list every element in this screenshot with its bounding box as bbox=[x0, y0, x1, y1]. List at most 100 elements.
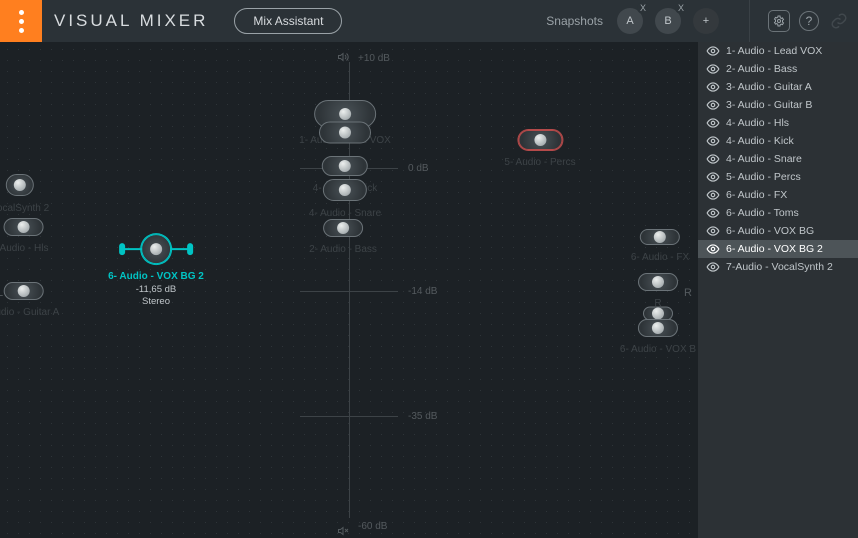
track-list-item[interactable]: 3- Audio - Guitar A bbox=[698, 78, 858, 96]
visibility-toggle-icon[interactable] bbox=[706, 242, 720, 256]
link-button[interactable] bbox=[828, 10, 850, 32]
visibility-toggle-icon[interactable] bbox=[706, 44, 720, 58]
header-bar: VISUAL MIXER Mix Assistant Snapshots A X… bbox=[0, 0, 858, 42]
track-list-item[interactable]: 5- Audio - Percs bbox=[698, 168, 858, 186]
mixer-node-percs[interactable]: 5- Audio - Percs bbox=[504, 130, 575, 168]
right-label: R bbox=[684, 287, 692, 299]
visibility-toggle-icon[interactable] bbox=[706, 152, 720, 166]
track-list-item[interactable]: 3- Audio - Guitar B bbox=[698, 96, 858, 114]
mixer-node-hls2[interactable]: Audio - Hls bbox=[0, 218, 48, 254]
stereo-width-handle[interactable] bbox=[122, 248, 190, 250]
visibility-toggle-icon[interactable] bbox=[706, 62, 720, 76]
track-name-label: 4- Audio - Kick bbox=[726, 135, 794, 147]
mix-assistant-button[interactable]: Mix Assistant bbox=[234, 8, 342, 34]
track-name-label: 2- Audio - Bass bbox=[726, 63, 797, 75]
track-name-label: 5- Audio - Percs bbox=[726, 171, 801, 183]
link-icon bbox=[830, 12, 848, 30]
track-name-label: 4- Audio - Snare bbox=[726, 153, 802, 165]
mixer-node-label: 6- Audio - FX bbox=[631, 252, 689, 263]
snapshot-b-close-icon[interactable]: X bbox=[675, 2, 687, 14]
track-name-label: 6- Audio - VOX BG bbox=[726, 225, 814, 237]
app-title: VISUAL MIXER bbox=[54, 11, 208, 31]
visibility-toggle-icon[interactable] bbox=[706, 260, 720, 274]
mixer-node-puck[interactable] bbox=[319, 122, 371, 144]
help-icon: ? bbox=[799, 11, 819, 31]
track-name-label: 1- Audio - Lead VOX bbox=[726, 45, 822, 57]
track-name-label: 6- Audio - VOX BG 2 bbox=[726, 243, 823, 255]
track-list-item[interactable]: 6- Audio - VOX BG bbox=[698, 222, 858, 240]
mixer-node-info: -11,65 dBStereo bbox=[108, 284, 204, 308]
mixer-node-snare[interactable]: 4- Audio - Snare bbox=[309, 179, 381, 219]
mixer-node-puck[interactable] bbox=[518, 130, 562, 150]
track-list-item[interactable]: 6- Audio - VOX BG 2 bbox=[698, 240, 858, 258]
gain-tick-label: 0 dB bbox=[408, 163, 429, 174]
mixer-node-guitar-a[interactable]: Audio - Guitar A bbox=[0, 282, 59, 318]
mixer-node-vox-bg-2[interactable]: 6- Audio - VOX BG 2 -11,65 dBStereo bbox=[108, 234, 204, 308]
mixer-node-label: Audio - Guitar A bbox=[0, 307, 59, 318]
visibility-toggle-icon[interactable] bbox=[706, 98, 720, 112]
track-list-item[interactable]: 4- Audio - Hls bbox=[698, 114, 858, 132]
track-name-label: 7-Audio - VocalSynth 2 bbox=[726, 261, 833, 273]
mixer-node-label: 6- Audio - VOX B bbox=[620, 344, 696, 355]
visibility-toggle-icon[interactable] bbox=[706, 116, 720, 130]
mixer-node-label: 2- Audio - Bass bbox=[309, 244, 377, 255]
mixer-node-vox-bg[interactable]: 6- Audio - VOX B bbox=[620, 319, 696, 355]
mixer-node-label: Audio - Hls bbox=[0, 243, 48, 254]
mixer-node-puck[interactable] bbox=[323, 179, 367, 201]
track-list-item[interactable]: 6- Audio - Toms bbox=[698, 204, 858, 222]
app-logo bbox=[0, 0, 42, 42]
track-name-label: 6- Audio - Toms bbox=[726, 207, 799, 219]
track-list-item[interactable]: 2- Audio - Bass bbox=[698, 60, 858, 78]
help-button[interactable]: ? bbox=[798, 10, 820, 32]
track-list-item[interactable]: 4- Audio - Snare bbox=[698, 150, 858, 168]
plus-icon: + bbox=[703, 15, 709, 27]
mixer-node-puck[interactable] bbox=[6, 174, 34, 196]
mixer-node-fx[interactable]: 6- Audio - FX bbox=[631, 229, 689, 263]
mixer-canvas[interactable]: +10 dB0 dB-14 dB-35 dB-60 dB L R 1- Audi… bbox=[0, 42, 698, 538]
settings-button[interactable] bbox=[768, 10, 790, 32]
snapshot-a-close-icon[interactable]: X bbox=[637, 2, 649, 14]
track-list-item[interactable]: 7-Audio - VocalSynth 2 bbox=[698, 258, 858, 276]
visibility-toggle-icon[interactable] bbox=[706, 224, 720, 238]
track-list-item[interactable]: 4- Audio - Kick bbox=[698, 132, 858, 150]
mixer-node-puck[interactable] bbox=[638, 319, 678, 337]
mixer-node-label: VocalSynth 2 bbox=[0, 203, 49, 214]
track-list-panel: 1- Audio - Lead VOX 2- Audio - Bass 3- Aud… bbox=[698, 42, 858, 538]
gear-icon bbox=[773, 14, 785, 28]
mixer-node-label: 4- Audio - Snare bbox=[309, 208, 381, 219]
track-name-label: 3- Audio - Guitar A bbox=[726, 81, 812, 93]
track-list-item[interactable]: 6- Audio - FX bbox=[698, 186, 858, 204]
visibility-toggle-icon[interactable] bbox=[706, 188, 720, 202]
mixer-node-puck[interactable] bbox=[322, 156, 368, 176]
snapshots-label: Snapshots bbox=[546, 14, 603, 28]
mixer-node-r-node[interactable]: R bbox=[638, 273, 678, 309]
visibility-toggle-icon[interactable] bbox=[706, 170, 720, 184]
speaker-mute-icon bbox=[336, 525, 350, 538]
mixer-node-puck[interactable] bbox=[4, 218, 44, 236]
mixer-node-puck[interactable] bbox=[640, 229, 680, 245]
gain-tick-label: -14 dB bbox=[408, 286, 437, 297]
mixer-node-puck[interactable] bbox=[638, 273, 678, 291]
snapshot-b-button[interactable]: B X bbox=[655, 8, 681, 34]
mixer-node-bass[interactable]: 2- Audio - Bass bbox=[309, 219, 377, 255]
mixer-node-puck[interactable] bbox=[4, 282, 44, 300]
mixer-node-vocalsynth2[interactable]: VocalSynth 2 bbox=[0, 174, 49, 214]
add-snapshot-button[interactable]: + bbox=[693, 8, 719, 34]
snapshot-a-label: A bbox=[626, 15, 633, 27]
track-name-label: 3- Audio - Guitar B bbox=[726, 99, 812, 111]
gain-tick-label: -60 dB bbox=[358, 521, 387, 532]
gain-tick-label: +10 dB bbox=[358, 53, 390, 64]
visibility-toggle-icon[interactable] bbox=[706, 80, 720, 94]
track-list-item[interactable]: 1- Audio - Lead VOX bbox=[698, 42, 858, 60]
visibility-toggle-icon[interactable] bbox=[706, 206, 720, 220]
speaker-max-icon bbox=[336, 51, 350, 66]
mixer-node-puck[interactable] bbox=[323, 219, 363, 237]
track-name-label: 6- Audio - FX bbox=[726, 189, 787, 201]
visibility-toggle-icon[interactable] bbox=[706, 134, 720, 148]
mixer-node-label: 5- Audio - Percs bbox=[504, 157, 575, 168]
mixer-node-hls[interactable] bbox=[319, 122, 371, 147]
mixer-node-label: 6- Audio - VOX BG 2 bbox=[108, 271, 204, 282]
gain-tick-label: -35 dB bbox=[408, 411, 437, 422]
mixer-node-puck[interactable] bbox=[141, 234, 171, 264]
snapshot-a-button[interactable]: A X bbox=[617, 8, 643, 34]
